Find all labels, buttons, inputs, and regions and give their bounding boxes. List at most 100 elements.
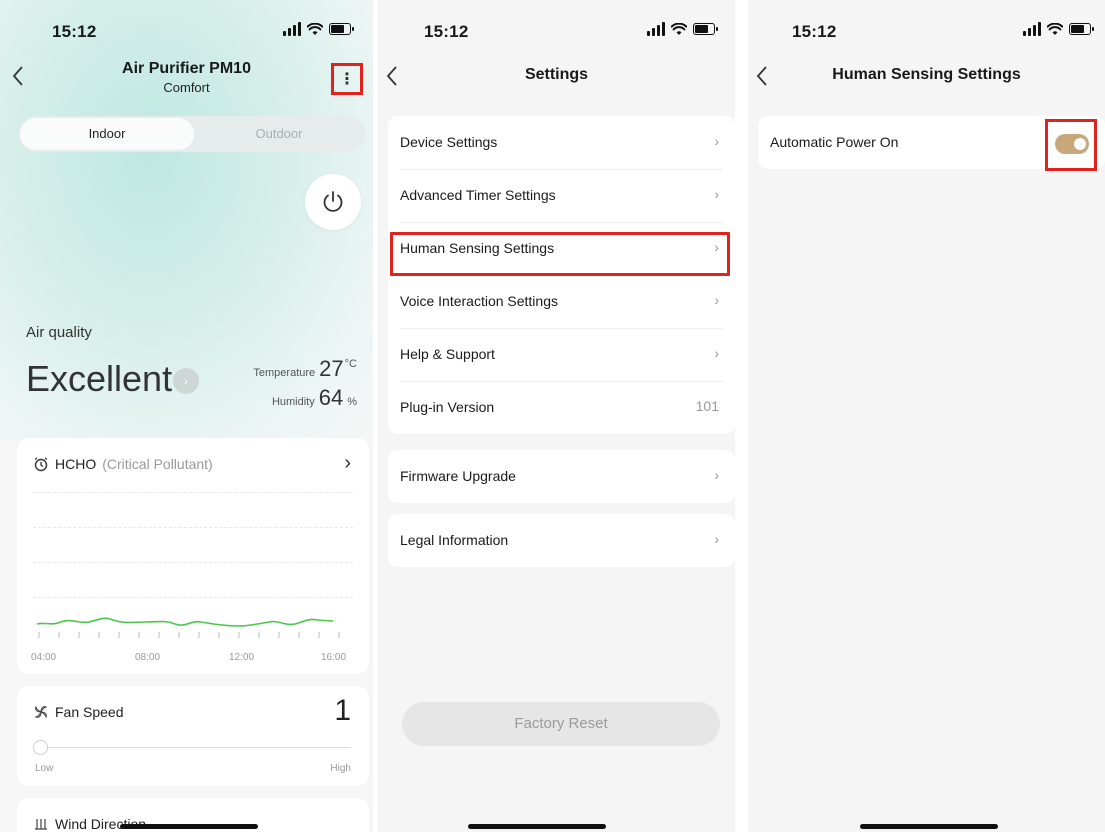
status-bar: 15:12 xyxy=(0,0,373,50)
hcho-card[interactable]: HCHO (Critical Pollutant) › 04:00 08:00 … xyxy=(17,438,369,674)
temperature-value: 27 xyxy=(319,356,344,381)
chevron-right-icon: › xyxy=(714,292,719,308)
chart-tick-label: 04:00 xyxy=(31,652,57,663)
wifi-icon xyxy=(307,22,323,35)
tab-outdoor[interactable]: Outdoor xyxy=(192,116,366,152)
humidity-readout: Humidity 64 % xyxy=(272,385,357,411)
hcho-title: HCHO xyxy=(55,456,97,472)
power-button[interactable] xyxy=(305,174,361,230)
fan-high-label: High xyxy=(330,763,351,774)
location-toggle: Indoor Outdoor xyxy=(18,116,366,152)
status-time: 15:12 xyxy=(792,22,837,41)
chevron-right-icon: › xyxy=(714,345,719,361)
status-bar: 15:12 xyxy=(378,0,735,50)
row-label: Voice Interaction Settings xyxy=(400,293,558,309)
fan-speed-slider[interactable] xyxy=(33,740,351,755)
fan-speed-card: Fan Speed 1 Low High xyxy=(17,686,369,786)
human-sensing-panel: 15:12 Human Sensing Settings Automatic P… xyxy=(748,0,1105,832)
chevron-right-icon: › xyxy=(714,531,719,547)
device-panel: 15:12 Air Purifier PM10 Comfort ⋮ Indoor… xyxy=(0,0,373,832)
air-quality-detail-icon[interactable]: › xyxy=(173,368,199,394)
settings-panel: 15:12 Settings Device Settings › Advance… xyxy=(378,0,735,832)
chart-gridline xyxy=(33,562,353,563)
row-label: Help & Support xyxy=(400,346,495,362)
humidity-label: Humidity xyxy=(271,396,315,408)
chart-gridline xyxy=(33,492,353,493)
fan-speed-title: Fan Speed xyxy=(55,704,124,720)
automatic-power-on-toggle[interactable] xyxy=(1055,134,1089,154)
more-vertical-icon: ⋮ xyxy=(339,71,355,88)
home-indicator xyxy=(860,824,998,829)
status-icons xyxy=(283,22,354,36)
status-time: 15:12 xyxy=(52,22,97,41)
factory-reset-button[interactable]: Factory Reset xyxy=(402,702,720,746)
row-label: Legal Information xyxy=(400,532,509,548)
page-title: Human Sensing Settings xyxy=(832,66,1021,83)
device-mode: Comfort xyxy=(163,80,210,95)
settings-row-help-support[interactable]: Help & Support › xyxy=(388,328,735,381)
fan-speed-header: Fan Speed xyxy=(33,704,124,720)
chevron-right-icon: › xyxy=(714,186,719,202)
nav-bar: Air Purifier PM10 Comfort ⋮ xyxy=(0,52,373,102)
battery-icon xyxy=(1069,23,1094,35)
hcho-header: HCHO (Critical Pollutant) xyxy=(33,456,213,472)
wifi-icon xyxy=(1047,22,1063,35)
settings-group-legal: Legal Information › xyxy=(388,514,735,567)
status-bar: 15:12 xyxy=(748,0,1105,50)
wifi-icon xyxy=(671,22,687,35)
settings-group-firmware: Firmware Upgrade › xyxy=(388,450,735,503)
signal-icon xyxy=(647,22,665,36)
toggle-knob xyxy=(1074,138,1086,150)
humidity-value: 64 xyxy=(318,385,344,410)
chart-gridline xyxy=(33,597,353,598)
row-label: Plug-in Version xyxy=(400,399,495,415)
battery-icon xyxy=(693,23,718,35)
alarm-icon xyxy=(34,457,48,472)
fan-speed-value: 1 xyxy=(334,694,351,727)
signal-icon xyxy=(1023,22,1041,36)
settings-row-voice-interaction[interactable]: Voice Interaction Settings › xyxy=(388,275,735,328)
humidity-unit: % xyxy=(347,396,357,408)
status-icons xyxy=(647,22,718,36)
status-time: 15:12 xyxy=(424,22,469,41)
hcho-note: (Critical Pollutant) xyxy=(102,456,213,472)
settings-row-firmware-upgrade[interactable]: Firmware Upgrade › xyxy=(388,450,735,503)
settings-row-advanced-timer[interactable]: Advanced Timer Settings › xyxy=(388,169,735,222)
nav-bar: Human Sensing Settings xyxy=(748,52,1105,102)
highlight-human-sensing xyxy=(390,232,730,276)
settings-row-device[interactable]: Device Settings › xyxy=(388,116,735,169)
chevron-right-icon: › xyxy=(344,452,351,474)
chart-gridline xyxy=(33,527,353,528)
wind-direction-icon xyxy=(35,819,47,830)
row-label: Advanced Timer Settings xyxy=(400,187,556,203)
power-icon xyxy=(323,191,343,212)
air-quality-value: Excellent xyxy=(26,358,173,399)
row-label: Device Settings xyxy=(400,134,498,150)
chart-tick-label: 16:00 xyxy=(321,652,347,663)
settings-row-legal-information[interactable]: Legal Information › xyxy=(388,514,735,567)
settings-row-plugin-version: Plug-in Version 101 xyxy=(388,381,735,434)
fan-icon xyxy=(34,705,48,719)
device-name: Air Purifier PM10 xyxy=(122,60,251,77)
home-indicator xyxy=(120,824,258,829)
signal-icon xyxy=(283,22,301,36)
nav-bar: Settings xyxy=(378,52,735,102)
chevron-right-icon: › xyxy=(714,133,719,149)
status-icons xyxy=(1023,22,1094,36)
temperature-label: Temperature xyxy=(253,367,316,379)
page-title: Settings xyxy=(524,66,589,83)
air-quality-label: Air quality xyxy=(26,324,92,341)
slider-thumb[interactable] xyxy=(33,740,48,755)
row-label: Firmware Upgrade xyxy=(400,468,516,484)
hcho-trend-line xyxy=(36,617,340,638)
home-indicator xyxy=(468,824,606,829)
fan-low-label: Low xyxy=(35,763,54,774)
plugin-version-value: 101 xyxy=(695,398,719,414)
page-title: Air Purifier PM10 Comfort xyxy=(0,60,373,95)
temperature-readout: Temperature 27 °C xyxy=(253,356,357,382)
tab-indoor[interactable]: Indoor xyxy=(20,118,194,150)
row-label: Automatic Power On xyxy=(770,134,899,150)
chart-tick-label: 12:00 xyxy=(229,652,255,663)
more-options-button[interactable]: ⋮ xyxy=(331,63,363,95)
temperature-unit: °C xyxy=(344,358,357,370)
